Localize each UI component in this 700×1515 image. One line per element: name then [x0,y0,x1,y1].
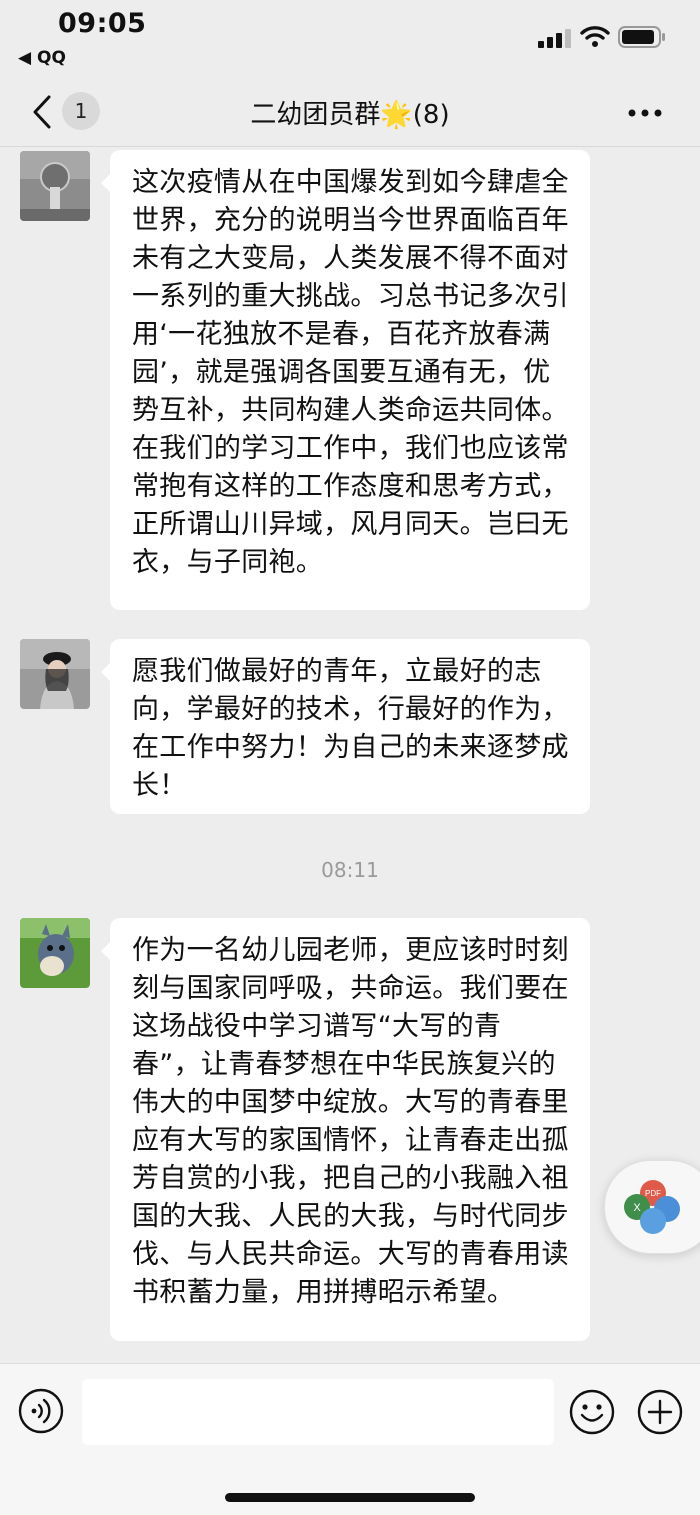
avatar-woman-hat[interactable] [20,639,90,709]
svg-text:X: X [633,1202,641,1214]
home-indicator [225,1493,475,1502]
battery-icon [618,26,665,48]
message-bubble[interactable]: 这次疫情从在中国爆发到如今肆虐全世界，充分的说明当今世界面临百年未有之大变局，人… [101,150,590,610]
message-input[interactable] [82,1379,554,1445]
avatar-cartoon-cat[interactable] [20,918,90,988]
status-bar: 09:05 ◀ QQ [0,0,700,80]
avatar-gray-photo[interactable] [20,151,90,221]
voice-icon[interactable] [18,1388,64,1434]
chat-title: 二幼团员群🌟(8) [250,100,450,130]
message-bubble[interactable]: 愿我们做最好的青年，立最好的志向，学最好的技术，行最好的作为，在工作中努力！为自… [101,639,590,814]
status-time: 09:05 [58,8,147,39]
chat-nav-bar: 1 二幼团员群🌟(8) [0,80,700,147]
back-chevron-icon[interactable] [30,94,54,130]
wifi-icon [580,26,610,47]
time-divider: 08:11 [321,858,379,882]
chat-input-bar [0,1363,700,1515]
floating-file-tools-button[interactable]: PDF X [604,1160,700,1254]
back-to-qq-link[interactable]: ◀ QQ [18,48,66,68]
message-bubble[interactable]: 作为一名幼儿园老师，更应该时时刻刻与国家同呼吸，共命运。我们要在这场战役中学习谱… [101,918,590,1341]
emoji-icon[interactable] [568,1388,616,1436]
more-icon[interactable] [628,108,662,118]
unread-count-badge[interactable]: 1 [62,92,100,130]
plus-icon[interactable] [636,1388,684,1436]
file-tools-icon: PDF X [624,1180,680,1234]
signal-icon [538,29,571,48]
svg-text:PDF: PDF [645,1189,661,1198]
message-list[interactable]: 这次疫情从在中国爆发到如今肆虐全世界，充分的说明当今世界面临百年未有之大变局，人… [0,147,700,1362]
